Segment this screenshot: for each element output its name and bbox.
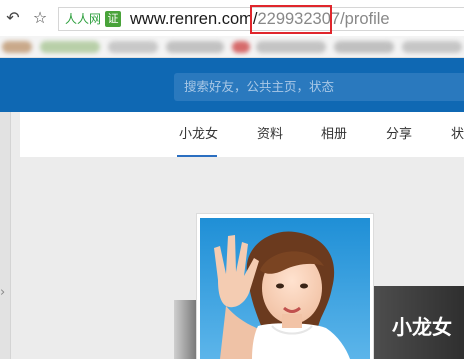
tab-info[interactable]: 资料	[257, 127, 283, 143]
blurred-bookmark	[256, 41, 326, 53]
blurred-bookmark	[2, 41, 32, 53]
blurred-bookmark	[232, 41, 250, 53]
site-header: 搜索好友，公共主页，状态	[0, 58, 464, 112]
tab-status[interactable]: 状	[451, 127, 464, 143]
tab-shares[interactable]: 分享	[386, 127, 412, 143]
avatar-photo	[200, 218, 370, 359]
tab-albums[interactable]: 相册	[321, 127, 347, 143]
profile-name: 小龙女	[392, 315, 452, 339]
url-domain: www.renren.com/	[130, 10, 258, 28]
tab-home[interactable]: 小龙女	[179, 127, 218, 143]
search-input[interactable]: 搜索好友，公共主页，状态	[174, 73, 464, 101]
blurred-bookmark	[40, 41, 100, 53]
site-identity-label[interactable]: 人人网	[65, 11, 101, 27]
bookmarks-bar	[0, 36, 464, 58]
blurred-bookmark	[166, 41, 224, 53]
certificate-icon[interactable]: 证	[105, 11, 121, 27]
back-icon[interactable]: ↶	[4, 9, 22, 27]
chevron-right-icon[interactable]: ›	[0, 286, 5, 300]
bookmark-star-icon[interactable]: ☆	[31, 9, 49, 27]
blurred-bookmark	[402, 41, 462, 53]
active-tab-indicator	[177, 155, 217, 157]
left-side-panel	[0, 112, 11, 359]
user-id-highlight-box	[250, 5, 332, 34]
avatar[interactable]	[200, 218, 370, 359]
blurred-bookmark	[334, 41, 394, 53]
url-path: /profile	[340, 10, 390, 28]
search-placeholder: 搜索好友，公共主页，状态	[184, 79, 335, 94]
blurred-bookmark	[108, 41, 158, 53]
cover-banner-edge	[174, 300, 196, 359]
address-bar: ↶ ☆ 人人网 证 www.renren.com/229932307/profi…	[0, 0, 464, 36]
